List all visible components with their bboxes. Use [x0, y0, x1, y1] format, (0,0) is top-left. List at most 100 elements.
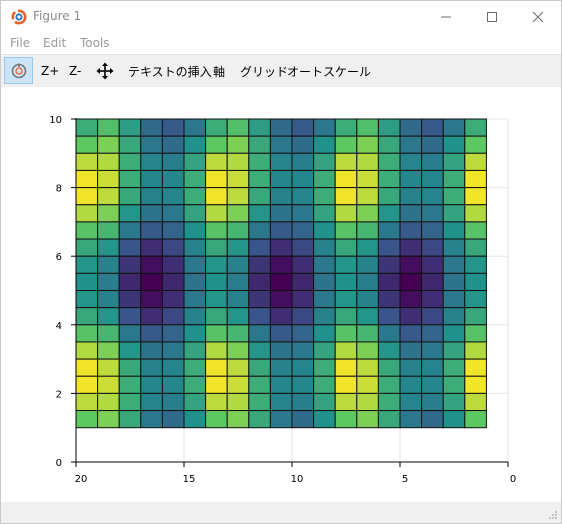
heatmap-cell [118, 290, 142, 309]
heatmap-cell [226, 290, 250, 309]
heatmap-cell [205, 341, 228, 360]
heatmap-cell [183, 221, 207, 240]
heatmap-cell [248, 290, 271, 309]
heatmap-cell [183, 169, 207, 189]
heatmap-cell [356, 255, 379, 274]
heatmap-cell [464, 169, 487, 189]
heatmap-cell [118, 169, 142, 189]
heatmap-cell [313, 410, 336, 429]
heatmap-cell [226, 375, 250, 394]
axes-button[interactable]: 軸 [213, 55, 225, 87]
heatmap-cell [183, 238, 207, 257]
heatmap-cell [75, 375, 99, 394]
plot-canvas[interactable]: 20 15 10 5 0 0 2 4 6 8 10 [1, 87, 561, 502]
heatmap-cell [421, 392, 444, 412]
maximize-button[interactable] [469, 1, 515, 32]
heatmap-cell [269, 118, 293, 137]
heatmap-cell [334, 118, 358, 137]
heatmap-cell [356, 307, 379, 326]
heatmap-cell [97, 187, 120, 206]
title-bar[interactable]: Figure 1 [1, 1, 561, 32]
heatmap-cell [269, 135, 293, 154]
heatmap-cell [421, 375, 444, 394]
heatmap-cell [140, 187, 163, 206]
heatmap-cell [205, 410, 228, 429]
heatmap-cell [183, 290, 207, 309]
heatmap-cell [442, 392, 466, 412]
heatmap-cell [421, 118, 444, 137]
grid-button[interactable]: グリッド [240, 55, 288, 87]
heatmap-cell [183, 255, 207, 274]
heatmap-cell [313, 204, 336, 223]
heatmap-cell [291, 118, 315, 137]
heatmap-cell [140, 255, 163, 274]
heatmap-cell [356, 410, 379, 429]
minimize-button[interactable] [423, 1, 469, 32]
menu-file[interactable]: File [10, 36, 30, 50]
home-button[interactable] [4, 57, 33, 84]
heatmap-cell [442, 152, 466, 171]
pan-button[interactable] [96, 55, 114, 87]
heatmap-cell [291, 187, 315, 206]
heatmap-cell [356, 152, 379, 171]
heatmap-cell [334, 169, 358, 189]
heatmap-cell [118, 118, 142, 137]
heatmap-cell [334, 152, 358, 171]
heatmap-cell [226, 392, 250, 412]
heatmap-cell [183, 272, 207, 292]
heatmap-cell [377, 204, 401, 223]
heatmap-chart[interactable]: 20 15 10 5 0 0 2 4 6 8 10 [1, 87, 561, 502]
heatmap-cell [161, 290, 185, 309]
zoom-in-button[interactable]: Z+ [41, 55, 59, 87]
home-reset-icon [11, 63, 26, 78]
menu-tools[interactable]: Tools [80, 36, 110, 50]
heatmap-cell [97, 392, 120, 412]
heatmap-cell [140, 272, 163, 292]
heatmap-cell [205, 118, 228, 137]
y-tick-label: 4 [56, 321, 62, 332]
close-button[interactable] [515, 1, 561, 32]
heatmap-cell [269, 341, 293, 360]
heatmap-cell [205, 152, 228, 171]
heatmap-cell [248, 341, 271, 360]
heatmap-cell [183, 135, 207, 154]
heatmap-cell [226, 204, 250, 223]
heatmap-cell [442, 358, 466, 377]
autoscale-button[interactable]: オートスケール [287, 55, 371, 87]
resize-grip-icon[interactable] [548, 510, 558, 520]
heatmap-cell [421, 307, 444, 326]
heatmap-cell [442, 221, 466, 240]
heatmap-cell [161, 238, 185, 257]
heatmap-cell [118, 358, 142, 377]
maximize-icon [487, 11, 497, 22]
heatmap-cell [377, 307, 401, 326]
heatmap-cell [118, 375, 142, 394]
heatmap-cell [269, 255, 293, 274]
heatmap-cell [248, 375, 271, 394]
heatmap-cell [269, 410, 293, 429]
heatmap-cell [75, 135, 99, 154]
heatmap-cell [75, 290, 99, 309]
heatmap-cell [291, 238, 315, 257]
heatmap-cell [291, 255, 315, 274]
heatmap-cell [291, 169, 315, 189]
heatmap-cell [334, 238, 358, 257]
heatmap-cell [205, 392, 228, 412]
heatmap-cell [140, 238, 163, 257]
heatmap-cell [75, 272, 99, 292]
heatmap-cell [421, 290, 444, 309]
heatmap-cell [313, 135, 336, 154]
heatmap-cell [161, 255, 185, 274]
heatmap-cell [226, 221, 250, 240]
heatmap-cell [399, 358, 423, 377]
heatmap-cell [248, 392, 271, 412]
heatmap-cell [356, 169, 379, 189]
zoom-out-button[interactable]: Z- [69, 55, 81, 87]
heatmap-cell [421, 152, 444, 171]
heatmap-cell [75, 255, 99, 274]
heatmap-cell [377, 187, 401, 206]
menu-edit[interactable]: Edit [43, 36, 66, 50]
heatmap-cell [334, 341, 358, 360]
heatmap-cell [140, 392, 163, 412]
insert-text-button[interactable]: テキストの挿入 [128, 55, 212, 87]
